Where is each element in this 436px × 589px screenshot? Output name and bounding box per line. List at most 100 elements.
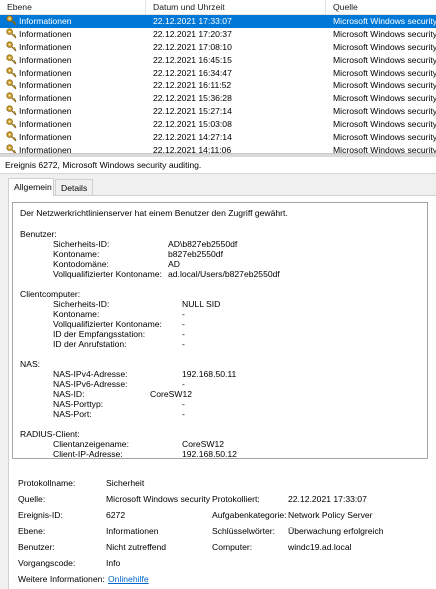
key-icon <box>6 118 17 129</box>
label: NAS-Port: <box>53 409 92 419</box>
label-log-name: Protokollname: <box>18 478 76 488</box>
row-source: Microsoft Windows security a <box>333 54 436 65</box>
value: AD\b827eb2550df <box>168 239 238 249</box>
section-heading-nas: NAS: <box>20 359 41 369</box>
row-level: Informationen <box>6 79 146 92</box>
row-datetime: 22.12.2021 17:08:10 <box>153 41 232 52</box>
value: AD <box>168 259 180 269</box>
row-datetime: 22.12.2021 15:27:14 <box>153 106 232 117</box>
label-keywords: Schlüsselwörter: <box>212 526 276 536</box>
row-datetime: 22.12.2021 16:45:15 <box>153 54 232 65</box>
list-header: Ebene Datum und Uhrzeit Quelle <box>0 0 436 15</box>
row-source: Microsoft Windows security a <box>333 41 436 52</box>
column-header-level[interactable]: Ebene <box>0 0 146 15</box>
key-icon <box>6 41 17 52</box>
table-row[interactable]: Informationen 22.12.2021 16:11:52 Microsof… <box>0 79 436 92</box>
value: - <box>182 399 185 409</box>
table-row[interactable]: Informationen 22.12.2021 17:08:10 Microsof… <box>0 41 436 54</box>
row-datetime: 22.12.2021 16:11:52 <box>153 80 232 91</box>
row-level-text: Informationen <box>19 28 72 39</box>
table-row[interactable]: Informationen 22.12.2021 14:11:06 Microsof… <box>0 144 436 153</box>
section-heading-benutzer: Benutzer: <box>20 229 57 239</box>
value: - <box>182 309 185 319</box>
value-computer: windc19.ad.local <box>288 542 352 552</box>
label: Sicherheits-ID: <box>53 239 110 249</box>
column-header-datetime[interactable]: Datum und Uhrzeit <box>146 0 326 15</box>
value-opcode: Info <box>106 558 121 568</box>
row-source: Microsoft Windows security a <box>333 144 436 153</box>
value: NULL SID <box>182 299 221 309</box>
label: Client-IP-Adresse: <box>53 449 123 459</box>
event-rows: Informationen 22.12.2021 17:33:07 Microsof… <box>0 15 436 153</box>
row-level-text: Informationen <box>19 67 72 78</box>
table-row[interactable]: Informationen 22.12.2021 15:27:14 Microsof… <box>0 105 436 118</box>
row-level: Informationen <box>6 105 146 118</box>
row-level: Informationen <box>6 28 146 41</box>
value: 192.168.50.11 <box>182 369 237 379</box>
value: 192.168.50.12 <box>182 449 237 459</box>
online-help-link[interactable]: Onlinehilfe <box>108 574 149 584</box>
label-event-id: Ereignis-ID: <box>18 510 63 520</box>
key-icon <box>6 79 17 90</box>
row-level-text: Informationen <box>19 16 72 26</box>
label-level: Ebene: <box>18 526 46 536</box>
value: b827eb2550df <box>168 249 223 259</box>
value: - <box>182 319 185 329</box>
row-level-text: Informationen <box>19 132 72 143</box>
value-user: Nicht zutreffend <box>106 542 167 552</box>
value-keywords: Überwachung erfolgreich <box>288 526 384 536</box>
label: Vollqualifizierter Kontoname: <box>53 269 162 279</box>
section-heading-clientcomputer: Clientcomputer: <box>20 289 81 299</box>
label: Kontoname: <box>53 309 100 319</box>
key-icon <box>6 144 17 153</box>
table-row[interactable]: Informationen 22.12.2021 14:27:14 Microsof… <box>0 131 436 144</box>
value-log-name: Sicherheit <box>106 478 145 488</box>
value-event-id: 6272 <box>106 510 126 520</box>
value: CoreSW12 <box>150 389 193 399</box>
table-row[interactable]: Informationen 22.12.2021 17:33:07 Microsof… <box>0 15 436 28</box>
table-row[interactable]: Informationen 22.12.2021 17:20:37 Microsof… <box>0 28 436 41</box>
key-icon <box>6 28 17 39</box>
row-level: Informationen <box>6 15 146 28</box>
label: Kontodomäne: <box>53 259 109 269</box>
row-datetime: 22.12.2021 15:36:28 <box>153 93 232 104</box>
value-logged: 22.12.2021 17:33:07 <box>288 494 367 504</box>
row-level-text: Informationen <box>19 80 72 91</box>
label: ID der Empfangsstation: <box>53 329 146 339</box>
key-icon <box>6 105 17 116</box>
label-source: Quelle: <box>18 494 46 504</box>
table-row[interactable]: Informationen 22.12.2021 16:45:15 Microsof… <box>0 54 436 67</box>
section-heading-radius: RADIUS-Client: <box>20 429 80 439</box>
row-level-text: Informationen <box>19 54 72 65</box>
label-task-category: Aufgabenkategorie: <box>212 510 287 520</box>
label: Vollqualifizierter Kontoname: <box>53 319 162 329</box>
row-level: Informationen <box>6 54 146 67</box>
label: Kontoname: <box>53 249 100 259</box>
table-row[interactable]: Informationen 22.12.2021 15:03:08 Microsof… <box>0 118 436 131</box>
table-row[interactable]: Informationen 22.12.2021 15:36:28 Microsof… <box>0 92 436 105</box>
key-icon <box>6 131 17 142</box>
label: NAS-IPv4-Adresse: <box>53 369 128 379</box>
table-row[interactable]: Informationen 22.12.2021 16:34:47 Microsof… <box>0 66 436 80</box>
row-datetime: 22.12.2021 14:11:06 <box>153 144 232 153</box>
row-level: Informationen <box>6 41 146 54</box>
row-datetime: 22.12.2021 16:34:47 <box>153 67 232 78</box>
value-task-category: Network Policy Server <box>288 510 373 520</box>
column-header-source[interactable]: Quelle <box>326 0 436 15</box>
row-level: Informationen <box>6 131 146 144</box>
row-level: Informationen <box>6 118 146 131</box>
row-datetime: 22.12.2021 14:27:14 <box>153 132 232 143</box>
label: NAS-IPv6-Adresse: <box>53 379 128 389</box>
key-icon <box>6 92 17 103</box>
tab-details[interactable]: Details <box>55 179 93 196</box>
key-icon <box>6 66 17 78</box>
row-source: Microsoft Windows security a <box>333 67 436 78</box>
row-source: Microsoft Windows security a <box>333 106 436 117</box>
label-computer: Computer: <box>212 542 253 552</box>
tab-allgemein[interactable]: Allgemein <box>8 178 54 196</box>
description-intro: Der Netzwerkrichtlinienserver hat einem … <box>20 208 288 218</box>
label: NAS-Porttyp: <box>53 399 104 409</box>
row-datetime: 22.12.2021 17:33:07 <box>153 16 232 26</box>
row-source: Microsoft Windows security a <box>333 132 436 143</box>
label: NAS-ID: <box>53 389 85 399</box>
